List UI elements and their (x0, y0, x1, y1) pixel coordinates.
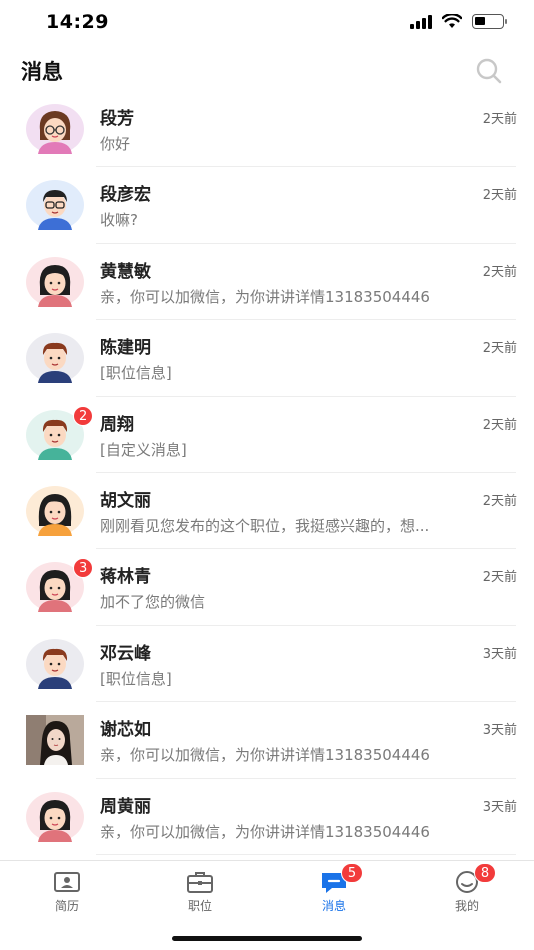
female-avatar-icon (26, 791, 84, 842)
briefcase-icon (185, 869, 215, 895)
message-time: 3天前 (482, 799, 517, 815)
resume-icon (52, 869, 82, 895)
message-preview: 亲，你可以加微信，为你讲讲详情13183504446 (100, 822, 430, 841)
tab-badge: 5 (341, 863, 363, 883)
conversation-item[interactable]: 3 蒋林青 2天前 加不了您的微信 (0, 549, 534, 626)
tab-badge: 8 (474, 863, 496, 883)
contact-name: 谢芯如 (100, 720, 151, 741)
unread-badge: 2 (73, 405, 94, 426)
contact-name: 周黄丽 (100, 796, 151, 817)
message-preview: [自定义消息] (100, 440, 187, 459)
contact-name: 蒋林青 (100, 567, 151, 588)
male-avatar-icon (26, 638, 84, 689)
message-time: 2天前 (482, 341, 517, 357)
conversation-item[interactable]: 黄慧敏 2天前 亲，你可以加微信，为你讲讲详情13183504446 (0, 244, 534, 321)
female-avatar-icon (26, 256, 84, 307)
conversation-item[interactable]: 段芳 2天前 你好 (0, 91, 534, 168)
tab-messages[interactable]: 5 消息 (294, 863, 374, 919)
contact-name: 陈建明 (100, 338, 151, 359)
tab-profile[interactable]: 8 我的 (427, 863, 507, 919)
tab-resume[interactable]: 简历 (27, 869, 107, 919)
conversation-item[interactable]: 陈建明 2天前 [职位信息] (0, 320, 534, 397)
contact-name: 周翔 (100, 414, 134, 435)
message-time: 2天前 (482, 493, 517, 509)
conversation-item[interactable]: 段彦宏 2天前 收嘛? (0, 167, 534, 244)
photo-avatar-icon (26, 715, 84, 766)
message-preview: 收嘛? (100, 211, 138, 230)
cellular-signal-icon (410, 14, 432, 29)
message-preview: 亲，你可以加微信，为你讲讲详情13183504446 (100, 746, 430, 765)
message-time: 2天前 (482, 417, 517, 433)
female-avatar-icon: 3 (26, 558, 94, 613)
home-indicator (172, 936, 362, 941)
battery-icon (472, 14, 507, 29)
profile-icon: 8 (452, 863, 496, 895)
message-preview: [职位信息] (100, 669, 172, 688)
conversation-item[interactable]: 谢芯如 3天前 亲，你可以加微信，为你讲讲详情13183504446 (0, 702, 534, 779)
conversation-item[interactable]: 邓云峰 3天前 [职位信息] (0, 626, 534, 703)
conversation-list: 段芳 2天前 你好 段彦宏 2天前 收嘛? 黄慧敏 2天前 亲，你可以加微信，为… (0, 91, 534, 855)
contact-name: 段芳 (100, 109, 134, 129)
female-orange-avatar-icon (26, 485, 84, 536)
message-preview: 你好 (100, 135, 131, 153)
status-time: 14:29 (46, 11, 109, 33)
contact-name: 黄慧敏 (100, 261, 151, 282)
message-time: 2天前 (482, 188, 517, 204)
tab-positions[interactable]: 职位 (160, 869, 240, 919)
conversation-item[interactable]: 2 周翔 2天前 [自定义消息] (0, 397, 534, 473)
search-icon (476, 58, 502, 84)
message-icon: 5 (319, 863, 363, 895)
tab-label: 简历 (54, 899, 79, 913)
contact-name: 邓云峰 (100, 643, 151, 664)
message-preview: 加不了您的微信 (100, 593, 206, 612)
contact-name: 段彦宏 (100, 185, 151, 206)
message-preview: [职位信息] (100, 364, 172, 383)
message-time: 2天前 (482, 570, 517, 586)
conversation-item[interactable]: 胡文丽 2天前 刚刚看见您发布的这个职位，我挺感兴趣的，想... (0, 473, 534, 550)
divider (96, 853, 516, 855)
message-time: 2天前 (482, 112, 517, 127)
message-preview: 亲，你可以加微信，为你讲讲详情13183504446 (100, 287, 430, 306)
message-time: 3天前 (482, 646, 517, 662)
tab-label: 消息 (321, 899, 346, 913)
status-bar: 14:29 (0, 0, 534, 48)
wifi-icon (442, 14, 462, 28)
male-avatar-icon (26, 333, 84, 384)
header: 消息 (0, 48, 534, 94)
unread-badge: 3 (73, 558, 94, 579)
message-time: 2天前 (482, 264, 517, 280)
contact-name: 胡文丽 (100, 490, 151, 511)
search-button[interactable] (474, 56, 504, 86)
page-title: 消息 (21, 60, 63, 84)
male-glasses-avatar-icon (26, 180, 84, 231)
message-preview: 刚刚看见您发布的这个职位，我挺感兴趣的，想... (100, 516, 430, 535)
message-time: 3天前 (482, 723, 517, 739)
female-glasses-avatar-icon (26, 104, 84, 154)
male-teal-avatar-icon: 2 (26, 405, 94, 460)
conversation-item[interactable]: 周黄丽 3天前 亲，你可以加微信，为你讲讲详情13183504446 (0, 779, 534, 855)
status-icons (410, 14, 507, 29)
tab-label: 我的 (454, 899, 479, 913)
tab-label: 职位 (187, 899, 212, 913)
